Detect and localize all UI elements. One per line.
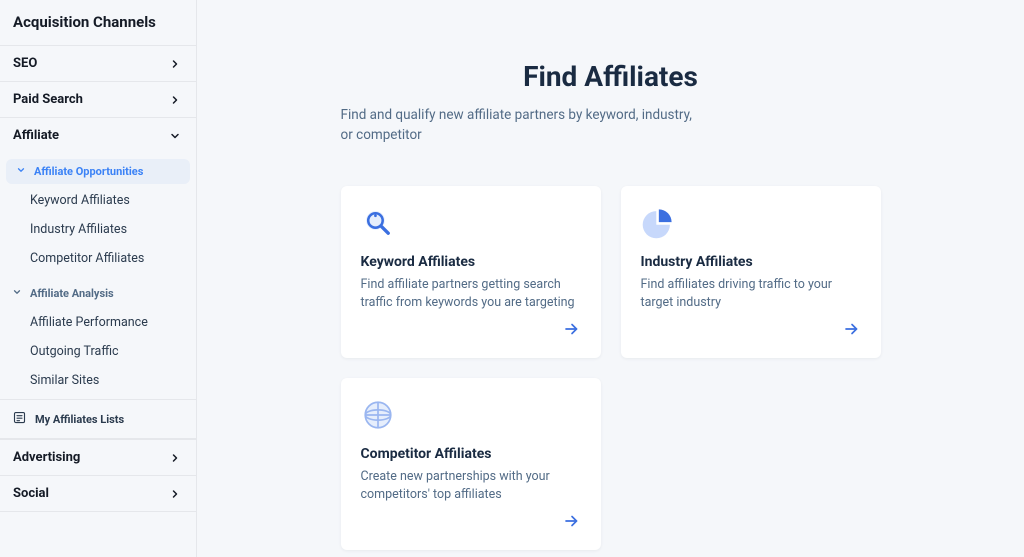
chevron-right-icon xyxy=(168,93,182,107)
sublink-industry-affiliates[interactable]: Industry Affiliates xyxy=(0,215,196,244)
card-title: Competitor Affiliates xyxy=(361,446,581,462)
card-title: Industry Affiliates xyxy=(641,254,861,270)
page-subtitle: Find and qualify new affiliate partners … xyxy=(341,105,701,146)
card-desc: Create new partnerships with your compet… xyxy=(361,468,581,512)
my-affiliates-lists[interactable]: My Affiliates Lists xyxy=(0,399,196,439)
pie-chart-icon xyxy=(641,206,675,240)
cards-grid: Keyword Affiliates Find affiliate partne… xyxy=(341,186,881,550)
nav-item-seo-label: SEO xyxy=(13,56,37,71)
nav-item-paid-search-label: Paid Search xyxy=(13,92,83,107)
affiliate-subgroup: Affiliate Opportunities Keyword Affiliat… xyxy=(0,153,196,399)
card-desc: Find affiliate partners getting search t… xyxy=(361,276,581,320)
chevron-right-icon xyxy=(168,451,182,465)
magnifier-icon xyxy=(361,206,395,240)
chevron-down-icon xyxy=(16,165,26,178)
globe-icon xyxy=(361,398,395,432)
card-desc: Find affiliates driving traffic to your … xyxy=(641,276,861,320)
nav-item-affiliate-label: Affiliate xyxy=(13,128,59,143)
affiliate-analysis-header[interactable]: Affiliate Analysis xyxy=(0,279,196,308)
chevron-down-icon xyxy=(12,287,22,300)
card-title: Keyword Affiliates xyxy=(361,254,581,270)
affiliate-opportunities-header[interactable]: Affiliate Opportunities xyxy=(6,159,190,184)
affiliate-opportunities-label: Affiliate Opportunities xyxy=(34,165,143,178)
my-affiliates-lists-label: My Affiliates Lists xyxy=(35,413,124,426)
sublink-similar-sites[interactable]: Similar Sites xyxy=(0,366,196,395)
sublink-affiliate-performance[interactable]: Affiliate Performance xyxy=(0,308,196,337)
nav-item-affiliate[interactable]: Affiliate xyxy=(0,117,196,153)
page-title: Find Affiliates xyxy=(341,60,881,93)
card-keyword-affiliates[interactable]: Keyword Affiliates Find affiliate partne… xyxy=(341,186,601,358)
nav-item-seo[interactable]: SEO xyxy=(0,45,196,81)
list-icon xyxy=(12,410,27,428)
sublink-competitor-affiliates[interactable]: Competitor Affiliates xyxy=(0,244,196,273)
nav-item-social[interactable]: Social xyxy=(0,475,196,512)
chevron-down-icon xyxy=(168,129,182,143)
nav-item-paid-search[interactable]: Paid Search xyxy=(0,81,196,117)
affiliate-analysis-label: Affiliate Analysis xyxy=(30,287,114,300)
nav-item-advertising[interactable]: Advertising xyxy=(0,439,196,475)
sublink-keyword-affiliates[interactable]: Keyword Affiliates xyxy=(0,186,196,215)
sublink-outgoing-traffic[interactable]: Outgoing Traffic xyxy=(0,337,196,366)
nav-item-social-label: Social xyxy=(13,486,49,501)
arrow-right-icon xyxy=(563,320,581,342)
page-head: Find Affiliates Find and qualify new aff… xyxy=(341,60,881,146)
chevron-right-icon xyxy=(168,487,182,501)
card-competitor-affiliates[interactable]: Competitor Affiliates Create new partner… xyxy=(341,378,601,550)
sidebar-title: Acquisition Channels xyxy=(0,0,196,45)
main-content: Find Affiliates Find and qualify new aff… xyxy=(197,0,1024,557)
chevron-right-icon xyxy=(168,57,182,71)
sidebar: Acquisition Channels SEO Paid Search Aff… xyxy=(0,0,197,557)
arrow-right-icon xyxy=(843,320,861,342)
card-industry-affiliates[interactable]: Industry Affiliates Find affiliates driv… xyxy=(621,186,881,358)
arrow-right-icon xyxy=(563,512,581,534)
nav-item-advertising-label: Advertising xyxy=(13,450,80,465)
